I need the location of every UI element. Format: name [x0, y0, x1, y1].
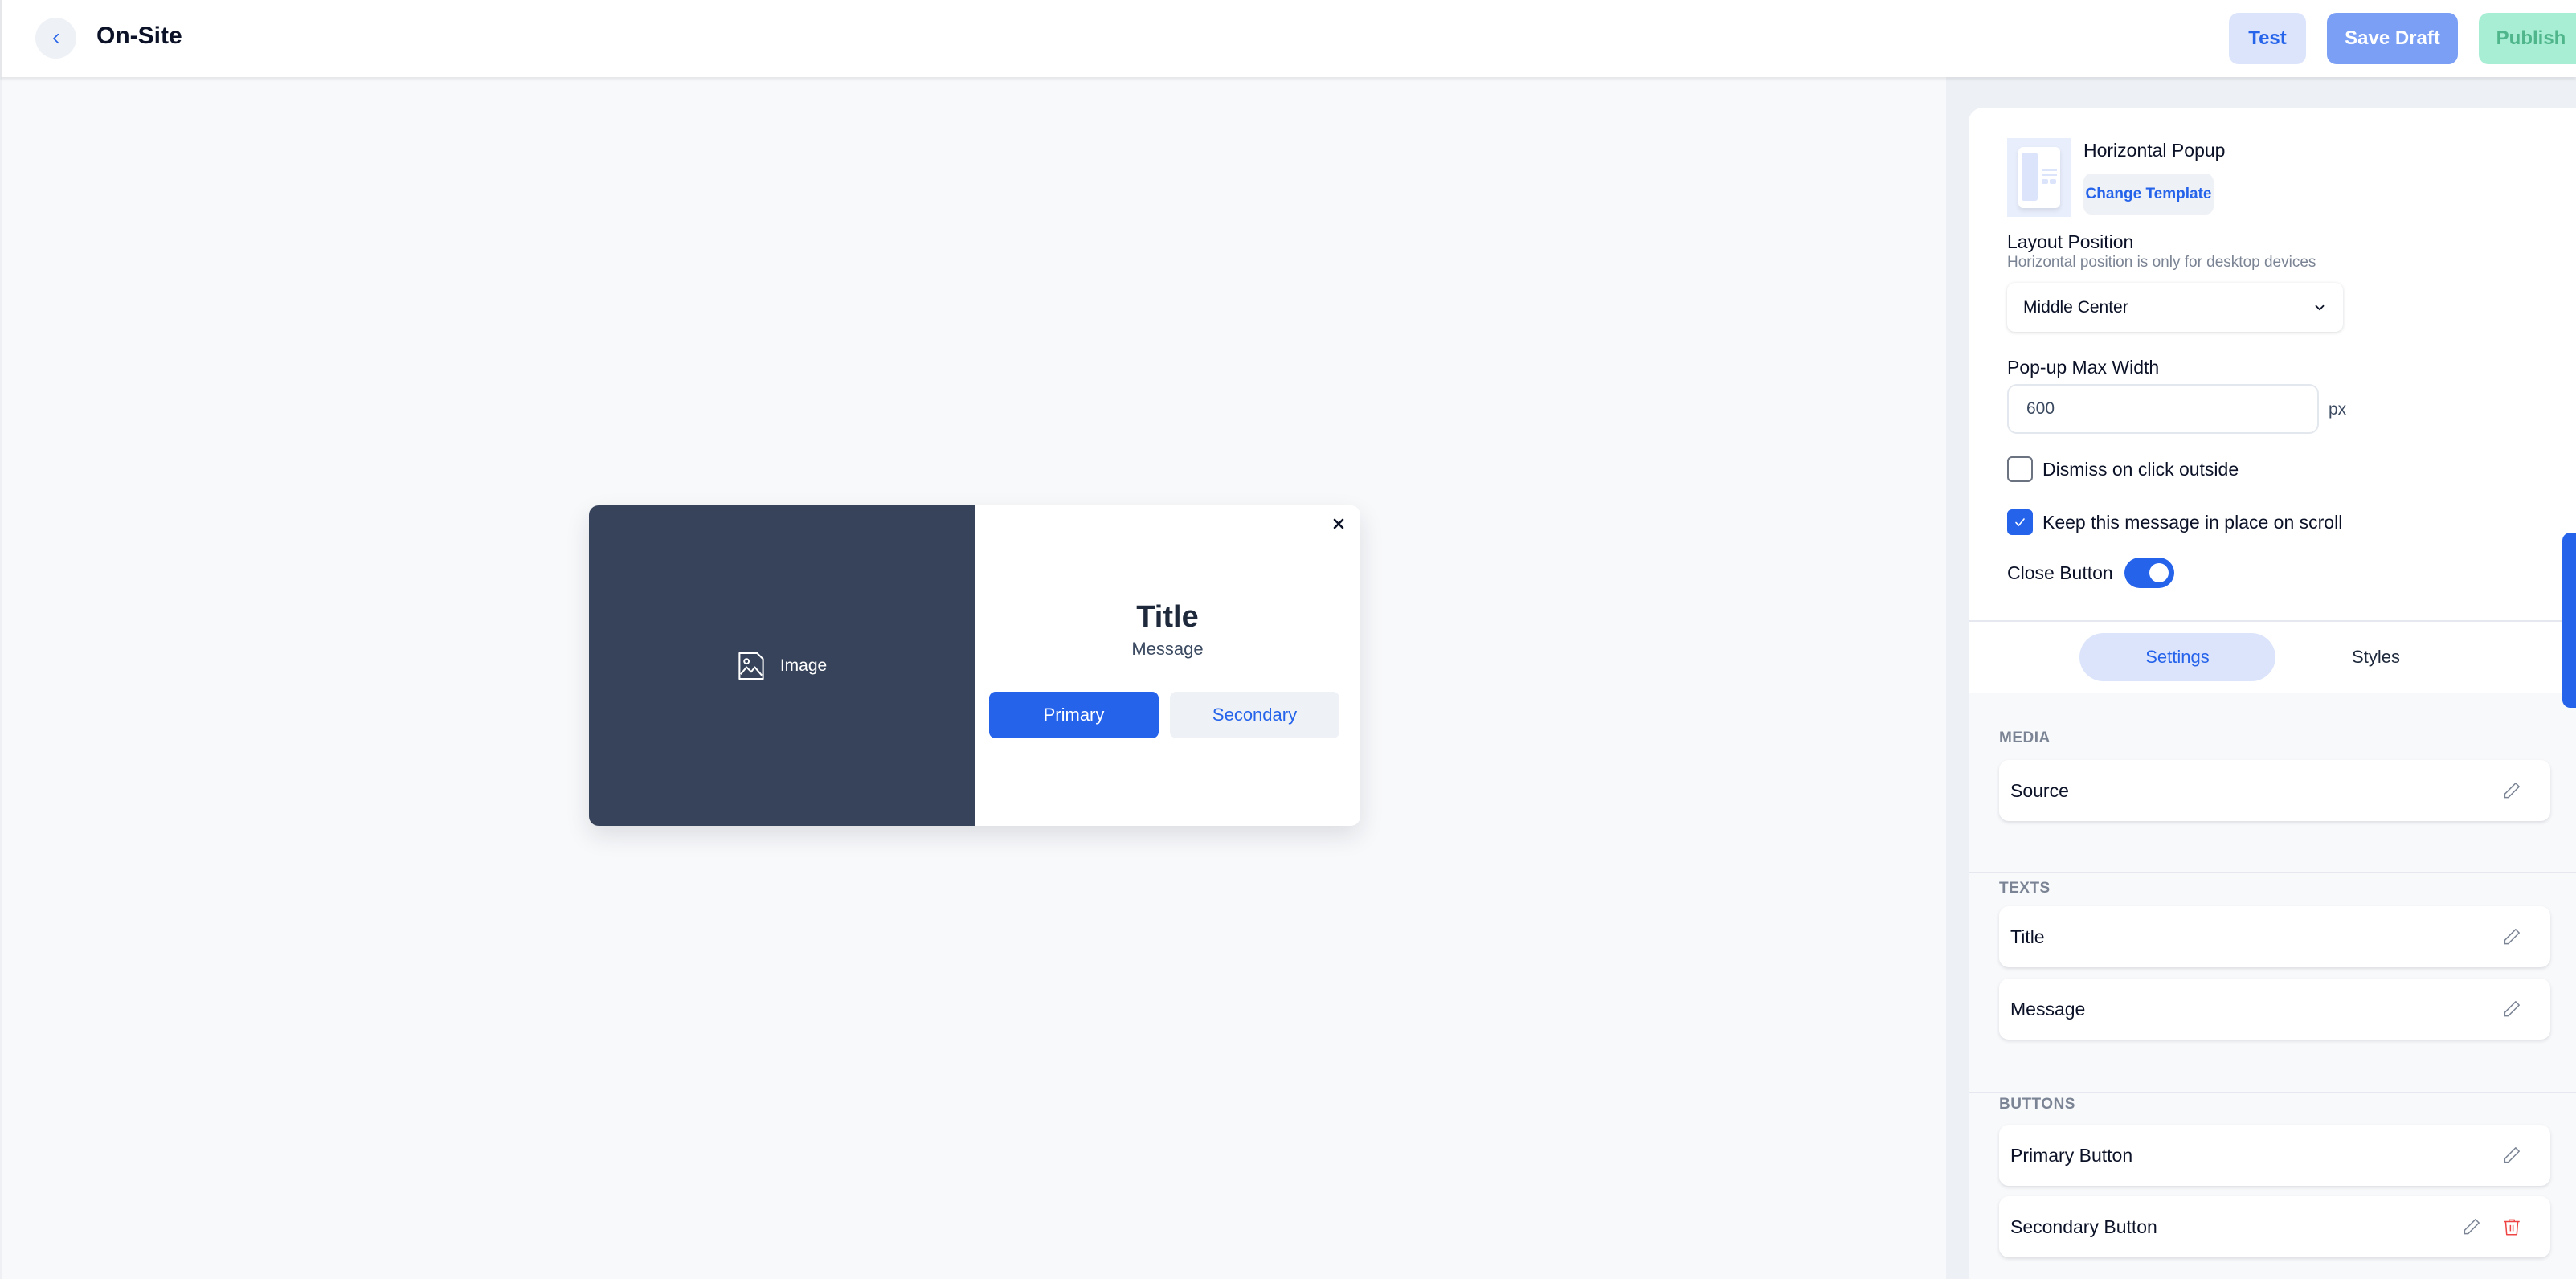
pencil-icon — [2464, 1219, 2480, 1235]
keep-in-place-label: Keep this message in place on scroll — [2042, 511, 2343, 533]
row-label: Message — [2010, 998, 2086, 1020]
layout-position-select[interactable]: Middle Center — [2007, 283, 2343, 332]
edit-secondary-button[interactable] — [2459, 1214, 2484, 1240]
template-name: Horizontal Popup — [2083, 140, 2226, 161]
pencil-icon — [2504, 929, 2520, 945]
delete-secondary-button[interactable] — [2499, 1214, 2525, 1240]
close-button-label: Close Button — [2007, 562, 2113, 583]
publish-button[interactable]: Publish — [2479, 13, 2576, 64]
change-template-button[interactable]: Change Template — [2083, 174, 2214, 215]
test-button[interactable]: Test — [2229, 13, 2306, 64]
settings-panel: Horizontal Popup Change Template Layout … — [1946, 77, 2576, 1279]
row-label: Source — [2010, 779, 2069, 801]
template-thumbnail — [2007, 138, 2071, 217]
image-icon — [738, 652, 764, 680]
popup-content: Title Message Primary Secondary — [975, 505, 1360, 826]
media-source-row[interactable]: Source — [1999, 760, 2550, 821]
back-button[interactable] — [35, 18, 76, 59]
popup-preview[interactable]: Image Title Message Primary Secondary — [589, 505, 1360, 826]
text-message-row[interactable]: Message — [1999, 979, 2550, 1040]
divider — [1969, 872, 2576, 873]
page-title: On-Site — [96, 22, 182, 49]
row-label: Title — [2010, 926, 2045, 947]
secondary-button-row[interactable]: Secondary Button — [1999, 1196, 2550, 1257]
image-label: Image — [779, 656, 828, 675]
tab-styles[interactable]: Styles — [2278, 633, 2474, 681]
texts-section-heading: TEXTS — [1999, 880, 2051, 897]
pencil-icon — [2504, 783, 2520, 799]
text-title-row[interactable]: Title — [1999, 906, 2550, 967]
panel-tabs: Settings Styles — [1969, 622, 2576, 693]
toggle-knob — [2149, 563, 2169, 582]
max-width-input[interactable] — [2007, 384, 2319, 434]
media-section-heading: MEDIA — [1999, 729, 2051, 746]
max-width-label: Pop-up Max Width — [2007, 357, 2160, 378]
close-button-setting: Close Button — [2007, 558, 2174, 588]
close-icon — [1333, 518, 1344, 529]
edit-source-button[interactable] — [2499, 778, 2525, 803]
layout-position-value: Middle Center — [2023, 297, 2128, 317]
panel-scrollbar-handle[interactable] — [2562, 533, 2576, 708]
save-draft-button[interactable]: Save Draft — [2327, 13, 2458, 64]
layout-position-hint: Horizontal position is only for desktop … — [2007, 254, 2316, 271]
keep-in-place-option[interactable]: Keep this message in place on scroll — [2007, 509, 2342, 535]
row-label: Secondary Button — [2010, 1216, 2157, 1237]
keep-in-place-checkbox[interactable] — [2007, 509, 2033, 535]
popup-close-button[interactable] — [1327, 512, 1351, 536]
edit-message-button[interactable] — [2499, 996, 2525, 1022]
popup-image-placeholder[interactable]: Image — [589, 505, 975, 826]
popup-message[interactable]: Message — [975, 639, 1360, 660]
chevron-down-icon — [2315, 304, 2325, 310]
max-width-unit: px — [2329, 400, 2347, 419]
pencil-icon — [2504, 1001, 2520, 1017]
edit-title-button[interactable] — [2499, 924, 2525, 950]
popup-title[interactable]: Title — [975, 600, 1360, 635]
dismiss-outside-label: Dismiss on click outside — [2042, 458, 2239, 480]
horizontal-popup-template-icon — [2018, 147, 2060, 208]
dismiss-outside-option[interactable]: Dismiss on click outside — [2007, 456, 2239, 482]
checkmark-icon — [2015, 518, 2025, 526]
popup-primary-button[interactable]: Primary — [989, 692, 1159, 738]
trash-icon — [2504, 1219, 2520, 1236]
primary-button-row[interactable]: Primary Button — [1999, 1125, 2550, 1186]
pencil-icon — [2504, 1147, 2520, 1163]
close-button-toggle[interactable] — [2124, 558, 2174, 588]
dismiss-outside-checkbox[interactable] — [2007, 456, 2033, 482]
edit-primary-button[interactable] — [2499, 1142, 2525, 1168]
settings-card: Horizontal Popup Change Template Layout … — [1969, 108, 2576, 1279]
tab-settings[interactable]: Settings — [2079, 633, 2275, 681]
top-bar: On-Site Test Save Draft Publish — [0, 0, 2576, 77]
settings-sections: MEDIA Source TEXTS Title Message BUTTONS… — [1969, 693, 2576, 1279]
divider — [1969, 1092, 2576, 1093]
row-label: Primary Button — [2010, 1144, 2133, 1166]
popup-secondary-button[interactable]: Secondary — [1170, 692, 1339, 738]
chevron-left-icon — [52, 33, 59, 43]
buttons-section-heading: BUTTONS — [1999, 1096, 2075, 1113]
layout-position-label: Layout Position — [2007, 231, 2134, 252]
